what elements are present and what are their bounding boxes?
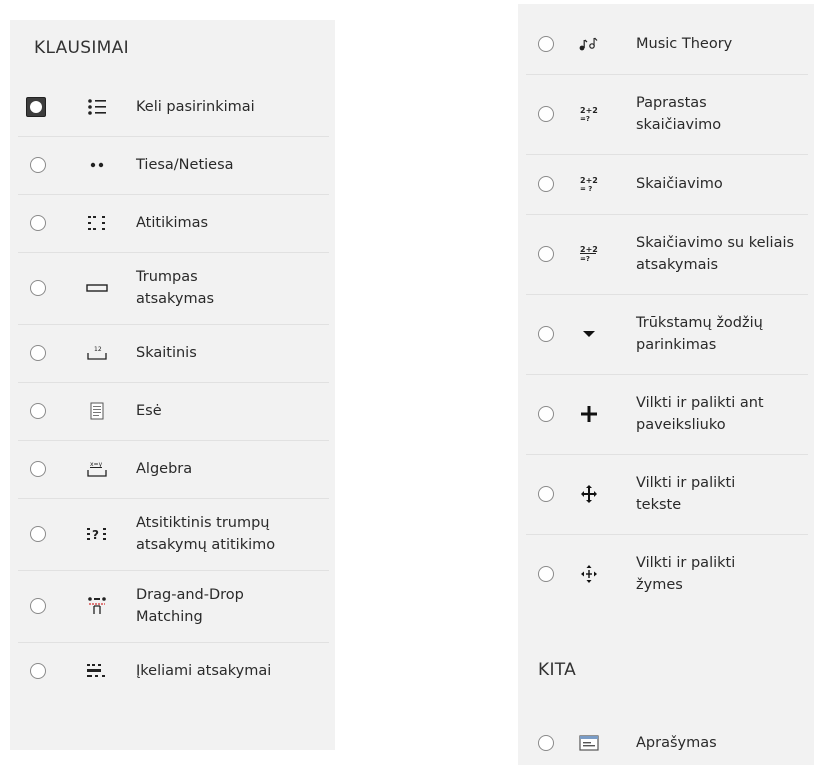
question-type-label: Trumpas atsakymas [136,269,215,307]
question-type-option[interactable]: Atitikimas [18,194,329,253]
section-heading-other: KITA [538,660,577,680]
plus-cross-icon [576,405,602,423]
calculated-simple-icon: 2+2 =? [576,105,602,123]
question-type-label: Trūkstamų žodžių parinkimas [636,315,763,353]
question-type-label: Skaičiavimo [636,176,723,192]
question-type-label: Įkeliami atsakymai [136,663,272,679]
question-type-option[interactable]: Vilkti ir palikti ant paveiksliuko [526,374,808,455]
radio-button[interactable] [538,326,554,342]
question-type-option[interactable]: Trūkstamų žodžių parinkimas [526,294,808,375]
question-type-option[interactable]: x=y Algebra [18,440,329,499]
radio-button[interactable] [30,345,46,361]
question-type-label: Skaitinis [136,345,197,361]
svg-text:2+2: 2+2 [580,106,598,115]
question-types-panel-right: Music Theory 2+2 =? Paprastas skaičiavimo… [518,4,814,765]
radio-button[interactable] [30,157,46,173]
radio-button[interactable] [26,97,46,117]
radio-button[interactable] [538,36,554,52]
caret-down-icon [576,330,602,338]
radio-button[interactable] [30,663,46,679]
radio-button[interactable] [30,461,46,477]
move-arrows-icon [576,484,602,504]
question-type-label: Atitikimas [136,215,209,231]
drag-drop-matching-icon [84,596,110,616]
question-type-label: Tiesa/Netiesa [136,157,234,173]
question-type-option[interactable]: Drag-and-Drop Matching [18,570,329,643]
svg-text:=?: =? [580,255,590,263]
svg-text:12: 12 [94,346,102,353]
question-type-label: Atsitiktinis trumpų atsakymų atitikimo [136,515,276,553]
radio-button[interactable] [538,406,554,422]
radio-button[interactable] [538,176,554,192]
radio-button[interactable] [538,735,554,751]
essay-icon [84,402,110,420]
radio-button[interactable] [30,598,46,614]
question-type-label: Skaičiavimo su keliais atsakymais [636,235,795,273]
question-type-label: Vilkti ir palikti žymes [636,555,736,593]
question-type-option[interactable]: 12 Skaitinis [18,324,329,383]
svg-text:2+2: 2+2 [580,176,598,185]
radio-button[interactable] [538,566,554,582]
question-type-option[interactable]: Keli pasirinkimai [18,78,329,137]
radio-button[interactable] [538,106,554,122]
question-type-option[interactable]: Vilkti ir palikti tekste [526,454,808,535]
question-type-option[interactable]: 2+2 =? Paprastas skaičiavimo [526,74,808,155]
radio-button[interactable] [30,403,46,419]
question-type-label: Keli pasirinkimai [136,99,255,115]
short-answer-icon [84,283,110,293]
svg-text:2+2: 2+2 [580,245,598,254]
calculated-multichoice-icon: 2+2 =? [576,245,602,263]
radio-button[interactable] [538,486,554,502]
question-type-option[interactable]: 2+2 = ? Skaičiavimo [526,154,808,215]
radio-button[interactable] [30,526,46,542]
matching-icon [84,214,110,232]
music-notes-icon [576,36,602,52]
svg-text:=?: =? [580,115,590,123]
question-type-label: Vilkti ir palikti tekste [636,475,736,513]
question-type-option[interactable]: 2+2 =? Skaičiavimo su keliais atsakymais [526,214,808,295]
description-icon [576,735,602,751]
question-type-option[interactable]: Tiesa/Netiesa [18,136,329,195]
numerical-icon: 12 [84,345,110,361]
question-type-option[interactable]: Trumpas atsakymas [18,252,329,325]
upload-answers-icon [84,663,110,679]
question-type-option[interactable]: Įkeliami atsakymai [18,642,329,700]
multiple-choice-icon [84,98,110,116]
section-heading-questions: KLAUSIMAI [34,38,129,58]
question-type-label: Vilkti ir palikti ant paveiksliuko [636,395,764,433]
question-type-label: Paprastas skaičiavimo [636,95,722,133]
question-type-label: Aprašymas [636,735,717,751]
question-type-option[interactable]: ? Atsitiktinis trumpų atsakymų atitikimo [18,498,329,571]
question-type-option[interactable]: Vilkti ir palikti žymes [526,534,808,614]
svg-text:x=y: x=y [90,461,103,468]
algebra-icon: x=y [84,460,110,478]
question-type-option[interactable]: Music Theory [526,14,808,75]
calculated-icon: 2+2 = ? [576,175,602,193]
move-markers-icon [576,564,602,584]
random-short-answer-matching-icon: ? [84,525,110,543]
question-type-label: Music Theory [636,36,733,52]
question-type-label: Drag-and-Drop Matching [136,587,244,625]
radio-button[interactable] [30,215,46,231]
question-types-panel-left: KLAUSIMAI Keli pasirinkimai Tiesa/Neties… [10,20,335,750]
svg-text:= ?: = ? [580,185,592,193]
true-false-icon [84,161,110,169]
svg-text:?: ? [92,528,99,542]
question-type-label: Esė [136,403,162,419]
radio-button[interactable] [538,246,554,262]
question-type-option[interactable]: Esė [18,382,329,441]
radio-button[interactable] [30,280,46,296]
question-type-label: Algebra [136,461,193,477]
